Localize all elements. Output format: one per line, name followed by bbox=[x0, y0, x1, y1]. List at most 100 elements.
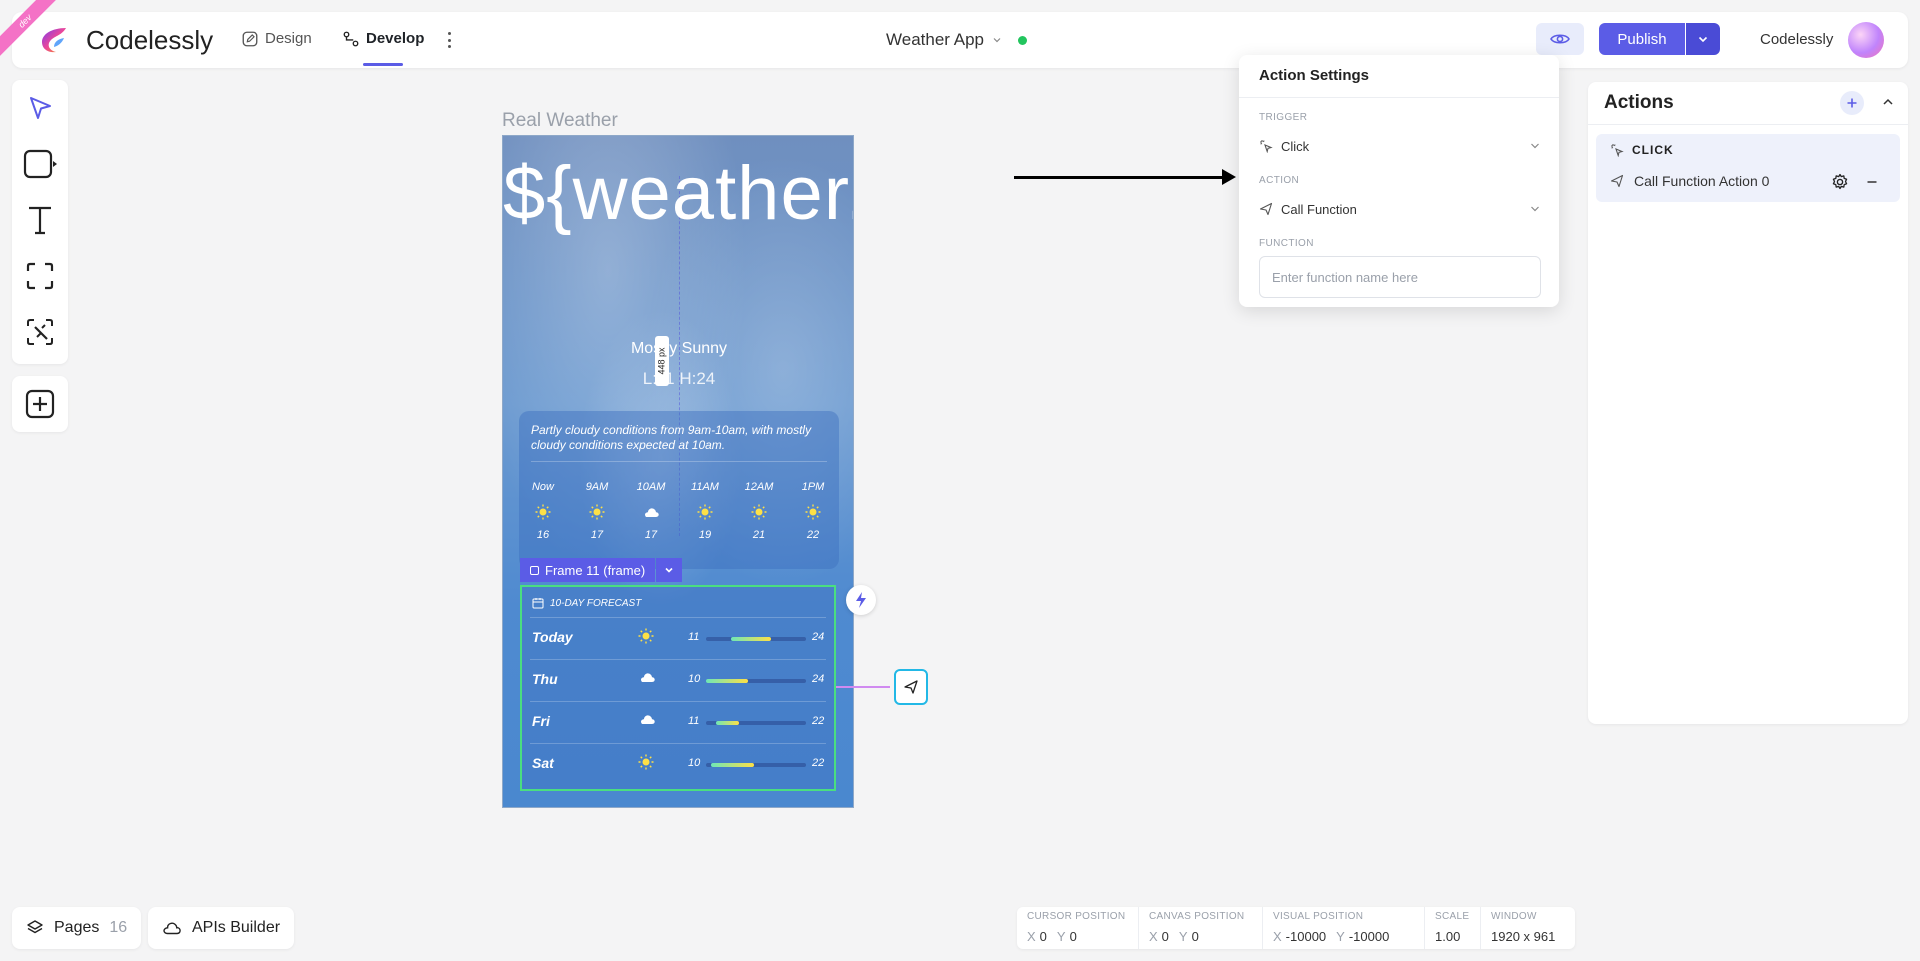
hour-time: 9AM bbox=[585, 481, 609, 493]
chevron-down-icon bbox=[665, 567, 673, 573]
window-size: WINDOW 1920 x 961 bbox=[1491, 911, 1556, 944]
temp-range-track bbox=[706, 679, 806, 683]
temp-range-bar bbox=[711, 763, 754, 767]
pages-button[interactable]: Pages 16 bbox=[12, 907, 142, 949]
sun-icon bbox=[638, 628, 654, 649]
temp-range-track bbox=[706, 763, 806, 767]
condition-text[interactable]: Mostly Sunny bbox=[503, 340, 853, 358]
text-tool[interactable] bbox=[20, 200, 60, 240]
forecast-row: Thu 10 24 bbox=[530, 659, 826, 699]
hourly-item: Now 16 bbox=[523, 481, 563, 541]
action-settings-button[interactable] bbox=[1830, 172, 1850, 192]
click-icon bbox=[1260, 140, 1273, 153]
low-high-text[interactable]: L:11 H:24 bbox=[503, 369, 853, 389]
action-label: ACTION bbox=[1259, 175, 1300, 186]
tab-develop[interactable]: Develop bbox=[342, 28, 424, 50]
cloud-icon bbox=[631, 497, 671, 527]
forecast-high: 22 bbox=[812, 757, 825, 769]
publish-button[interactable]: Publish bbox=[1599, 23, 1685, 55]
chevron-down-icon bbox=[1531, 206, 1539, 212]
forecast-frame[interactable]: 10-DAY FORECAST Today 11 24 Thu 10 24 Fri 11 22 S… bbox=[520, 585, 836, 791]
brand-name: Codelessly bbox=[86, 25, 214, 55]
shape-tool[interactable] bbox=[20, 144, 60, 184]
project-selector[interactable]: Weather App bbox=[886, 28, 1027, 52]
temp-range-bar bbox=[706, 679, 748, 683]
add-widget-button[interactable] bbox=[12, 376, 68, 432]
account-name[interactable]: Codelessly bbox=[1760, 28, 1833, 52]
apis-builder-button[interactable]: APIs Builder bbox=[148, 907, 295, 949]
publish-options-button[interactable] bbox=[1686, 23, 1720, 55]
plus-icon bbox=[1847, 98, 1857, 108]
sun-icon bbox=[685, 497, 725, 527]
sun-icon bbox=[523, 497, 563, 527]
function-name-input[interactable] bbox=[1259, 256, 1541, 298]
scale: SCALE 1.00 bbox=[1425, 907, 1481, 949]
action-value: Call Function bbox=[1281, 201, 1357, 217]
bolt-icon bbox=[856, 592, 866, 608]
send-icon bbox=[1610, 174, 1624, 188]
temp-range-bar bbox=[716, 721, 739, 725]
temp-range-bar bbox=[731, 637, 771, 641]
chevron-up-icon bbox=[1883, 98, 1893, 105]
selection-tag[interactable]: Frame 11 (frame) bbox=[520, 558, 683, 582]
hour-temp: 16 bbox=[536, 529, 550, 541]
hour-time: 1PM bbox=[801, 481, 825, 493]
gear-icon bbox=[1832, 173, 1848, 190]
add-action-button[interactable] bbox=[1840, 91, 1864, 115]
forecast-day: Sat bbox=[532, 755, 554, 771]
tool-palette bbox=[12, 80, 68, 364]
canvas-position: CANVAS POSITION X0Y0 bbox=[1139, 907, 1263, 949]
forecast-low: 10 bbox=[688, 757, 701, 769]
forecast-row: Today 11 24 bbox=[530, 617, 826, 657]
select-tool[interactable] bbox=[20, 88, 60, 128]
forecast-day: Fri bbox=[532, 713, 550, 729]
hour-temp: 17 bbox=[590, 529, 604, 541]
frame-title[interactable]: Real Weather bbox=[502, 110, 618, 132]
visual-position: VISUAL POSITION X -10000 Y -10000 bbox=[1263, 907, 1425, 949]
forecast-row: Sat 10 22 bbox=[530, 743, 826, 783]
actions-panel: Actions CLICK Call Function Action 0 bbox=[1588, 82, 1908, 724]
calendar-icon bbox=[532, 598, 544, 609]
hour-temp: 21 bbox=[752, 529, 766, 541]
plus-square-icon bbox=[25, 389, 55, 419]
collapse-button[interactable] bbox=[1878, 92, 1898, 112]
active-tab-indicator bbox=[363, 63, 403, 66]
forecast-high: 24 bbox=[812, 673, 825, 685]
send-icon bbox=[1259, 202, 1273, 216]
avatar[interactable] bbox=[1848, 22, 1884, 58]
hourly-item: 9AM 17 bbox=[577, 481, 617, 541]
sun-icon bbox=[793, 497, 833, 527]
hourly-item: 10AM 17 bbox=[631, 481, 671, 541]
action-select[interactable]: Call Function bbox=[1259, 197, 1541, 221]
temp-range-track bbox=[706, 637, 806, 641]
trigger-select[interactable]: Click bbox=[1259, 134, 1541, 158]
temperature-text[interactable]: ${weather.temp} bbox=[503, 144, 853, 244]
hour-time: Now bbox=[531, 481, 554, 493]
forecast-low: 11 bbox=[688, 715, 700, 727]
hourly-item: 12AM 21 bbox=[739, 481, 779, 541]
chevron-down-icon bbox=[993, 38, 1001, 43]
action-item[interactable]: Call Function Action 0 bbox=[1610, 173, 1769, 189]
selection-menu-button[interactable] bbox=[656, 558, 683, 582]
action-bolt-button[interactable] bbox=[846, 585, 876, 615]
tab-design[interactable]: Design bbox=[241, 28, 312, 50]
forecast-header: 10-DAY FORECAST bbox=[532, 597, 641, 609]
selection-label: Frame 11 (frame) bbox=[545, 562, 646, 578]
hour-time: 11AM bbox=[691, 481, 719, 493]
action-node[interactable] bbox=[894, 669, 928, 705]
tab-design-label: Design bbox=[265, 30, 312, 47]
settings-title: Action Settings bbox=[1259, 67, 1370, 84]
hour-temp: 17 bbox=[644, 529, 658, 541]
frame-tool[interactable] bbox=[20, 256, 60, 296]
preview-button[interactable] bbox=[1536, 23, 1584, 55]
cloud-icon bbox=[638, 712, 656, 730]
hourly-card[interactable]: Partly cloudy conditions from 9am-10am, … bbox=[519, 411, 839, 569]
remove-action-button[interactable] bbox=[1862, 172, 1882, 192]
action-card[interactable]: CLICK Call Function Action 0 bbox=[1596, 134, 1900, 202]
action-link-line bbox=[836, 686, 890, 688]
component-tool[interactable] bbox=[20, 312, 60, 352]
more-menu-icon[interactable] bbox=[444, 30, 454, 50]
pointer-icon bbox=[30, 97, 51, 119]
forecast-high: 24 bbox=[812, 631, 825, 643]
forecast-row: Fri 11 22 bbox=[530, 701, 826, 741]
